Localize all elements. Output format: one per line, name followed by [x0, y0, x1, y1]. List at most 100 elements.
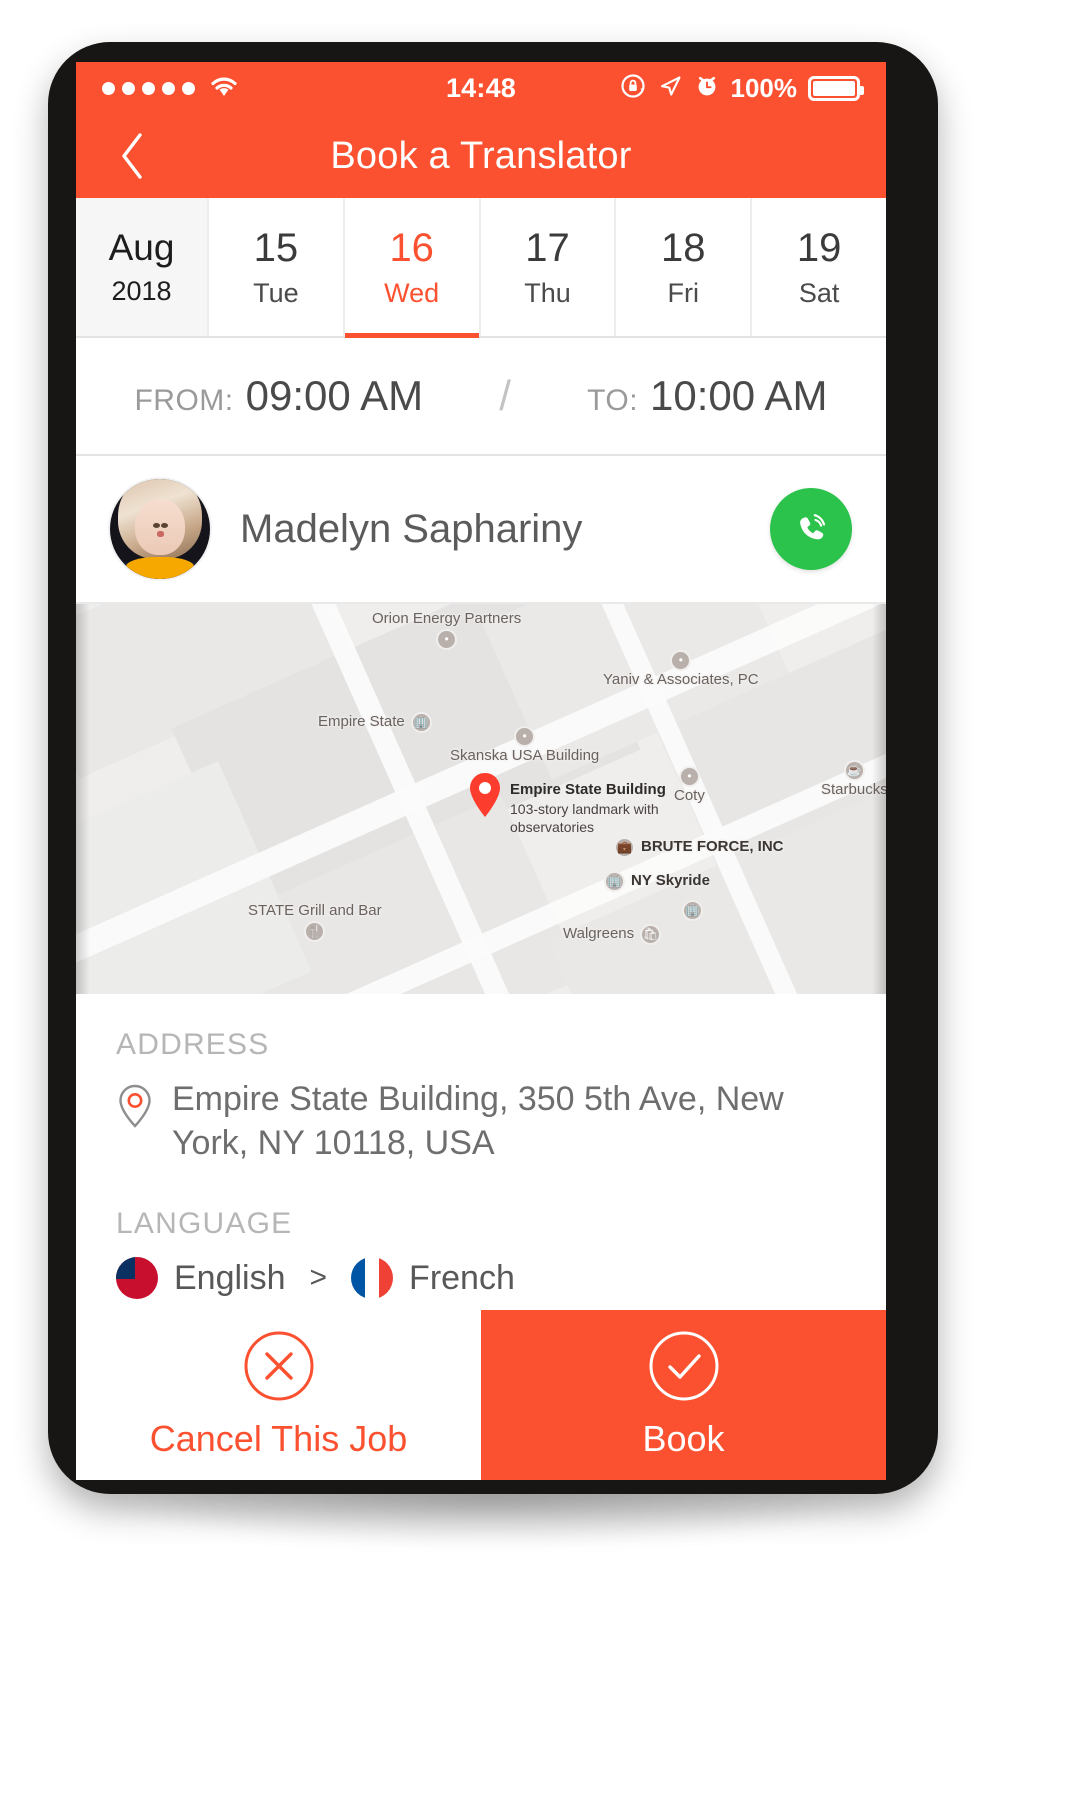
circle-check-icon	[649, 1331, 718, 1401]
month-label: Aug	[108, 227, 175, 268]
chevron-left-icon	[122, 133, 142, 179]
time-separator: /	[499, 372, 511, 419]
date-number: 15	[253, 225, 299, 270]
map-poi[interactable]: STATE Grill and Bar 🍴	[248, 902, 382, 942]
map-marker-title: Empire State Building	[510, 781, 666, 798]
map-poi[interactable]: Orion Energy Partners •	[372, 610, 521, 650]
translator-row[interactable]: Madelyn Saphariny	[76, 456, 886, 604]
map-marker-subtitle: 103-story landmark with observatories	[510, 800, 659, 835]
landmark-poi-icon: 🏢	[410, 712, 432, 733]
translator-name: Madelyn Saphariny	[240, 506, 583, 551]
book-label: Book	[642, 1418, 725, 1459]
date-weekday: Thu	[524, 277, 571, 308]
to-time-field[interactable]: TO: 10:00 AM	[587, 372, 827, 420]
map-left-shade	[76, 604, 90, 994]
map-view[interactable]: Orion Energy Partners • • Yaniv & Associ…	[76, 604, 886, 994]
phone-call-icon	[800, 514, 826, 540]
date-weekday: Fri	[667, 277, 700, 308]
map-poi-label: Orion Energy Partners	[372, 610, 522, 627]
map-poi-label: Walgreens	[563, 925, 635, 943]
map-poi-label: NY Skyride	[631, 872, 710, 890]
cancel-job-label: Cancel This Job	[149, 1418, 408, 1459]
status-bar-right: 100%	[620, 72, 864, 104]
battery-percent-label: 100%	[730, 72, 798, 103]
call-button[interactable]	[770, 488, 852, 570]
date-cell-18[interactable]: 18 Fri	[616, 198, 753, 336]
date-cell-15[interactable]: 15 Tue	[209, 198, 345, 336]
language-section-label: LANGUAGE	[116, 1207, 293, 1241]
map-poi-label: STATE Grill and Bar	[248, 902, 382, 919]
avatar	[110, 479, 210, 579]
status-bar-left	[102, 75, 239, 102]
to-label: TO:	[587, 384, 639, 417]
map-poi-label: BRUTE FORCE, INC	[641, 838, 784, 856]
signal-strength-icon	[102, 81, 195, 95]
navigation-bar: Book a Translator	[76, 114, 886, 198]
date-weekday: Tue	[253, 277, 299, 308]
language-target: French	[409, 1258, 515, 1297]
cup-poi-icon: ☕	[843, 760, 865, 781]
flag-us-icon	[116, 1257, 158, 1300]
dot-poi-icon: •	[436, 628, 458, 650]
address-row[interactable]: Empire State Building, 350 5th Ave, New …	[116, 1078, 846, 1165]
alarm-clock-icon	[694, 73, 720, 104]
date-selector: Aug 2018 15 Tue 16 Wed 17 Thu 18 Fri 19 …	[76, 198, 886, 338]
action-bar: Cancel This Job Book	[76, 1310, 886, 1480]
battery-full-icon	[808, 75, 864, 101]
language-source: English	[174, 1258, 286, 1297]
language-arrow-icon: >	[309, 1261, 328, 1295]
page-title: Book a Translator	[330, 134, 632, 177]
circle-x-icon	[244, 1331, 313, 1401]
location-pin-icon	[119, 1084, 151, 1128]
map-poi[interactable]: 💼 BRUTE FORCE, INC	[614, 837, 784, 858]
from-time-value: 09:00 AM	[245, 372, 424, 419]
bag-poi-icon: 💼	[614, 837, 635, 858]
rotation-lock-icon	[620, 73, 646, 104]
date-number: 17	[525, 225, 570, 270]
restaurant-poi-icon: 🍴	[304, 920, 326, 942]
landmark-poi-icon: 🏢	[604, 871, 625, 892]
date-weekday: Sat	[798, 277, 840, 308]
phone-screen: 14:48 100% Book a Translator Aug 2018 15…	[76, 62, 886, 1480]
map-marker-label: Empire State Building 103-story landmark…	[510, 780, 740, 836]
date-weekday: Wed	[384, 277, 440, 308]
map-poi[interactable]: 🏢 NY Skyride	[604, 871, 710, 892]
date-number: 18	[661, 225, 706, 270]
date-cell-17[interactable]: 17 Thu	[481, 198, 617, 336]
map-poi[interactable]: Walgreens 🛍	[563, 924, 662, 945]
status-bar: 14:48 100%	[76, 62, 886, 114]
date-cell-16[interactable]: 16 Wed	[344, 198, 481, 338]
address-section-label: ADDRESS	[116, 1028, 270, 1061]
time-range-row: FROM: 09:00 AM / TO: 10:00 AM	[76, 338, 886, 456]
flag-fr-icon	[351, 1257, 394, 1300]
map-marker[interactable]	[468, 772, 502, 818]
screenshot-root: 14:48 100% Book a Translator Aug 2018 15…	[0, 0, 1092, 1800]
date-number: 16	[389, 225, 434, 270]
map-poi[interactable]: • Skanska USA Building	[450, 726, 599, 766]
address-value: Empire State Building, 350 5th Ave, New …	[172, 1080, 784, 1162]
from-time-field[interactable]: FROM: 09:00 AM	[134, 372, 423, 420]
map-poi-label: Yaniv & Associates, PC	[603, 671, 759, 688]
shop-poi-icon: 🛍	[640, 924, 662, 945]
to-time-value: 10:00 AM	[650, 372, 828, 419]
from-label: FROM:	[134, 384, 234, 417]
map-poi[interactable]: Empire State 🏢	[318, 712, 432, 733]
location-arrow-icon	[657, 73, 683, 104]
dot-poi-icon: •	[670, 650, 692, 671]
wifi-icon	[209, 75, 239, 102]
date-cell-19[interactable]: 19 Sat	[752, 198, 886, 336]
map-poi[interactable]: • Yaniv & Associates, PC	[603, 650, 759, 690]
landmark-poi-icon: 🏢	[682, 900, 703, 921]
dot-poi-icon: •	[514, 726, 536, 747]
cancel-job-button[interactable]: Cancel This Job	[76, 1310, 481, 1480]
book-button[interactable]: Book	[481, 1310, 886, 1480]
map-poi-label: Skanska USA Building	[450, 747, 600, 764]
details-section: ADDRESS Empire State Building, 350 5th A…	[76, 994, 886, 1300]
year-label: 2018	[111, 276, 172, 306]
map-poi[interactable]: 🏢	[682, 900, 703, 921]
date-number: 19	[796, 225, 842, 270]
date-month-cell: Aug 2018	[76, 198, 209, 336]
back-button[interactable]	[106, 129, 160, 183]
map-right-shade	[872, 604, 886, 994]
language-row[interactable]: English > French	[116, 1257, 846, 1300]
